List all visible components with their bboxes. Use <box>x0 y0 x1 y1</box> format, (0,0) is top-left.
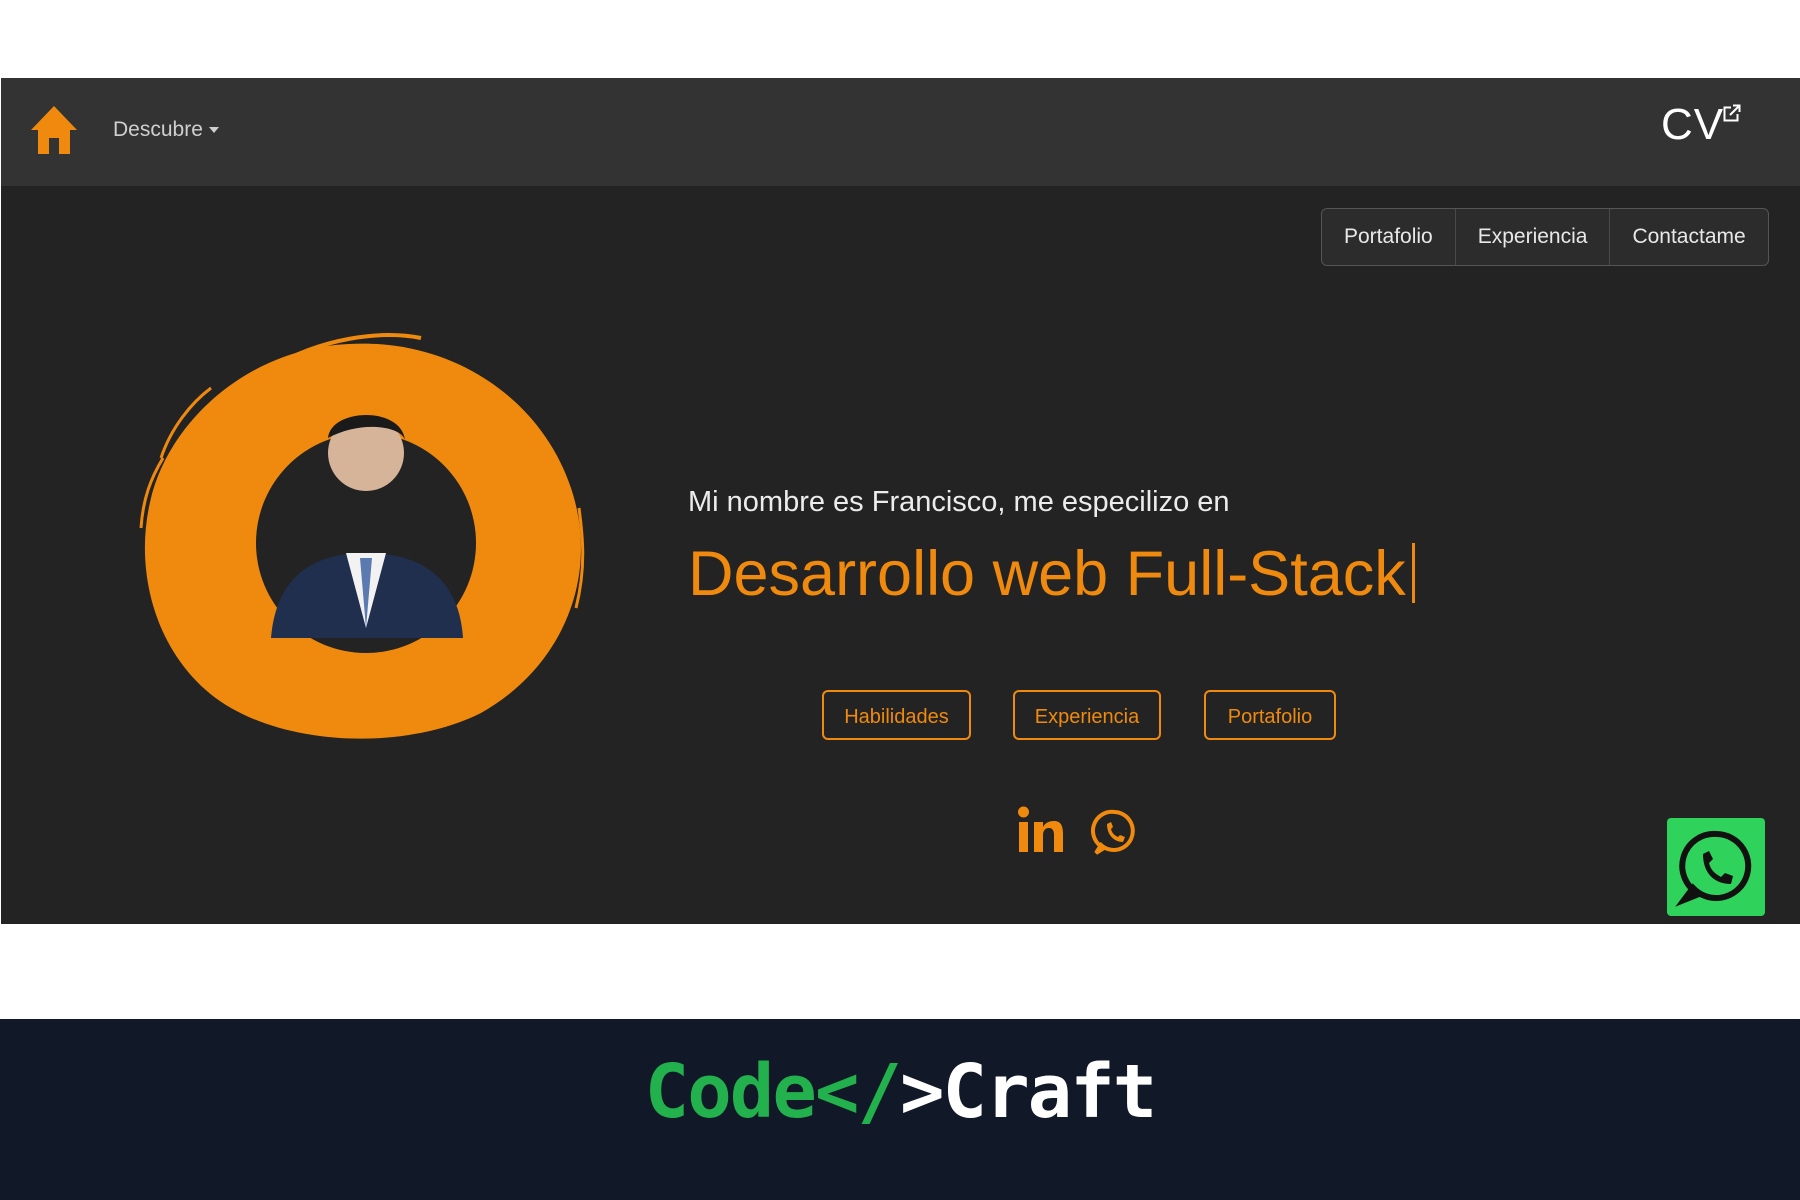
brand-part-code: Code <box>644 1049 817 1135</box>
tab-experiencia[interactable]: Experiencia <box>1456 209 1611 265</box>
home-button[interactable] <box>29 104 79 156</box>
profile-photo <box>121 308 591 768</box>
whatsapp-float-button[interactable] <box>1667 818 1765 916</box>
descubre-label: Descubre <box>113 118 203 141</box>
linkedin-link[interactable] <box>1017 804 1065 860</box>
caret-down-icon <box>208 127 219 134</box>
footer-banner: Code</>Craft <box>0 1019 1800 1200</box>
whatsapp-icon <box>1090 809 1135 855</box>
brand-part-craft: >Craft <box>900 1049 1157 1135</box>
navbar: Descubre CV <box>1 78 1800 186</box>
whatsapp-link[interactable] <box>1090 804 1139 860</box>
tab-contactame[interactable]: Contactame <box>1610 209 1767 265</box>
cv-link[interactable]: CV <box>1661 100 1741 150</box>
brand-logo: Code</>Craft <box>0 1049 1800 1135</box>
intro-text: Mi nombre es Francisco, me especilizo en <box>688 486 1230 518</box>
brand-part-open-tag: </ <box>814 1049 902 1135</box>
headline: Desarrollo web Full-Stack <box>688 538 1415 610</box>
typing-cursor <box>1411 543 1415 603</box>
headline-text: Desarrollo web Full-Stack <box>688 539 1406 609</box>
habilidades-button[interactable]: Habilidades <box>822 690 971 740</box>
home-icon <box>31 106 77 154</box>
linkedin-icon <box>1018 806 1063 852</box>
cv-label: CV <box>1661 100 1725 149</box>
tab-portafolio[interactable]: Portafolio <box>1322 209 1456 265</box>
external-link-icon <box>1723 104 1741 122</box>
section-nav: Portafolio Experiencia Contactame <box>1321 208 1769 266</box>
descubre-dropdown[interactable]: Descubre <box>113 118 219 142</box>
portafolio-button[interactable]: Portafolio <box>1204 690 1336 740</box>
experiencia-button[interactable]: Experiencia <box>1013 690 1161 740</box>
website-screenshot: Descubre CV Portafolio Experiencia Conta… <box>1 78 1800 924</box>
whatsapp-icon <box>1675 830 1752 907</box>
